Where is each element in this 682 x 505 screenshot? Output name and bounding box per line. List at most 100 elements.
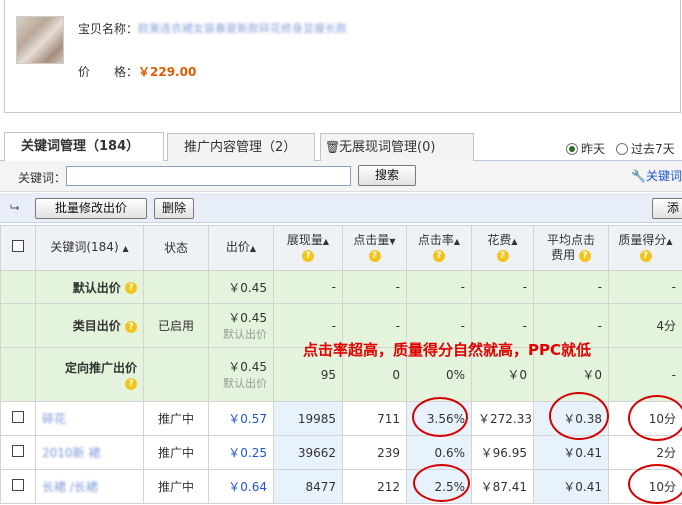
- sort-icon[interactable]: ▲: [511, 237, 517, 246]
- row-impressions: 8477: [273, 469, 343, 504]
- tab-promotion-content[interactable]: 推广内容管理（2）: [167, 133, 315, 162]
- keyword-search-input[interactable]: [66, 166, 351, 186]
- tab-keyword-management[interactable]: 关键词管理（184）: [4, 132, 164, 162]
- header-avg-cpc[interactable]: 平均点击 费用 ?: [533, 225, 609, 271]
- header-impressions[interactable]: 展现量▲?: [273, 225, 343, 271]
- row-status: 推广中: [143, 469, 209, 504]
- annotation-circle-ctr: [412, 397, 468, 437]
- tab-no-impression-label: 无展现词管理(0): [339, 140, 436, 155]
- radio-yesterday-dot[interactable]: [566, 142, 578, 155]
- annotation-circle-quality-2: [628, 464, 682, 504]
- row-checkbox[interactable]: [12, 479, 24, 491]
- header-avg-cpc-label-2: 费用: [551, 248, 576, 262]
- sort-icon[interactable]: ▲: [666, 237, 672, 246]
- radio-last7[interactable]: 过去7天: [616, 140, 675, 157]
- keyword-search-label: 关键词：: [18, 171, 67, 185]
- header-avg-cpc-label: 平均点击: [546, 233, 595, 247]
- row-keyword[interactable]: 2010新 裙: [35, 435, 144, 470]
- header-quality[interactable]: 质量得分▲?: [608, 225, 682, 271]
- row-checkbox[interactable]: [12, 411, 24, 423]
- radio-last7-label: 过去7天: [631, 142, 675, 156]
- batch-bid-button[interactable]: 批量修改出价: [35, 198, 147, 219]
- row-name: 默认出价 ?: [35, 270, 144, 304]
- delete-button[interactable]: 删除: [154, 198, 194, 219]
- product-price-label: 价 格：: [78, 65, 139, 79]
- row-quality: 4分: [608, 303, 682, 348]
- bid-note: 默认出价: [223, 377, 267, 390]
- header-bid[interactable]: 出价▲: [208, 225, 274, 271]
- keyword-tool-label: 关键词: [645, 169, 682, 183]
- header-keyword-label: 关键词(184): [50, 240, 119, 254]
- row-impressions: 39662: [273, 435, 343, 470]
- row-clicks: 239: [342, 435, 407, 470]
- radio-yesterday[interactable]: 昨天: [566, 140, 605, 157]
- help-icon[interactable]: ?: [125, 320, 137, 333]
- table-row[interactable]: 长裙 /长裙 推广中 ￥0.64 8477 212 2.5% ￥87.41 ￥0…: [0, 469, 682, 504]
- help-icon[interactable]: ?: [368, 250, 381, 262]
- row-status: [143, 347, 209, 402]
- row-bid[interactable]: ￥0.45 默认出价: [208, 303, 274, 348]
- row-keyword[interactable]: 碎花: [35, 401, 144, 436]
- header-quality-label: 质量得分: [618, 232, 667, 247]
- row-status: 推广中: [143, 401, 209, 436]
- row-status: 推广中: [143, 435, 209, 470]
- help-icon[interactable]: ?: [125, 282, 137, 294]
- product-card: [4, 0, 681, 113]
- add-button[interactable]: 添: [652, 198, 682, 219]
- tab-no-impression-words[interactable]: 🗑 无展现词管理(0): [320, 133, 474, 162]
- radio-yesterday-label: 昨天: [581, 142, 606, 156]
- row-quality: 2分: [608, 435, 682, 470]
- row-keyword[interactable]: 长裙 /长裙: [35, 469, 144, 504]
- annotation-text: 点击率超高，质量得分自然就高，PPC就低: [303, 341, 591, 359]
- help-icon[interactable]: ?: [125, 377, 137, 390]
- help-icon[interactable]: ?: [302, 250, 314, 262]
- product-name-label: 宝贝名称：: [78, 22, 139, 36]
- annotation-circle-quality: [628, 395, 682, 441]
- sort-icon[interactable]: ▲: [454, 237, 460, 246]
- table-header-row: 关键词(184) ▲ 状态 出价▲ 展现量▲? 点击量▼? 点击率▲? 花费▲?…: [0, 225, 682, 271]
- search-button[interactable]: 搜索: [358, 165, 416, 186]
- arrow-return-icon: ⮡: [10, 200, 20, 214]
- trash-icon: 🗑: [325, 140, 341, 154]
- row-clicks: -: [342, 270, 407, 304]
- row-bid[interactable]: ￥0.45 默认出价: [208, 347, 274, 402]
- annotation-circle-cpc: [549, 392, 609, 440]
- sort-icon[interactable]: ▲: [323, 237, 329, 246]
- help-icon[interactable]: ?: [496, 250, 509, 262]
- row-cost: -: [471, 270, 534, 304]
- wrench-icon: 🔧: [631, 169, 646, 183]
- keyword-tool-link[interactable]: 🔧关键词: [631, 167, 682, 184]
- row-cost: ￥87.41: [471, 469, 534, 504]
- header-clicks-label: 点击量: [353, 232, 390, 247]
- row-bid[interactable]: ￥0.64: [208, 469, 274, 504]
- sort-icon[interactable]: ▲: [250, 244, 256, 253]
- bid-note: 默认出价: [223, 328, 267, 341]
- row-quality: -: [608, 347, 682, 402]
- help-icon[interactable]: ?: [433, 250, 445, 262]
- row-bid[interactable]: ￥0.25: [208, 435, 274, 470]
- table-row[interactable]: 2010新 裙 推广中 ￥0.25 39662 239 0.6% ￥96.95 …: [0, 435, 682, 470]
- help-icon[interactable]: ?: [639, 250, 652, 262]
- header-cost[interactable]: 花费▲?: [471, 225, 534, 271]
- row-cpc: -: [533, 270, 609, 304]
- row-cost: ￥96.95: [471, 435, 534, 470]
- row-bid[interactable]: ￥0.45: [208, 270, 274, 304]
- help-icon[interactable]: ?: [578, 249, 591, 262]
- row-cpc: ￥0.41: [533, 435, 609, 470]
- header-keyword: 关键词(184) ▲: [35, 225, 144, 271]
- row-clicks: 711: [342, 401, 407, 436]
- product-thumbnail[interactable]: [16, 16, 64, 64]
- product-name-value[interactable]: 欧美连衣裙女装春夏新款碎花修身显瘦长款: [138, 20, 468, 34]
- select-all-checkbox[interactable]: [12, 240, 24, 252]
- row-bid[interactable]: ￥0.57: [208, 401, 274, 436]
- row-name: 定向推广出价?: [35, 347, 144, 402]
- header-clicks[interactable]: 点击量▼?: [342, 225, 407, 271]
- product-price-value: ￥229.00: [138, 65, 197, 79]
- sort-icon[interactable]: ▼: [389, 237, 395, 246]
- row-checkbox[interactable]: [12, 445, 24, 457]
- radio-last7-dot[interactable]: [616, 142, 628, 155]
- header-select-all[interactable]: [0, 225, 36, 271]
- row-cost: ￥272.33: [471, 401, 534, 436]
- sort-icon[interactable]: ▲: [122, 244, 128, 253]
- header-ctr[interactable]: 点击率▲?: [406, 225, 472, 271]
